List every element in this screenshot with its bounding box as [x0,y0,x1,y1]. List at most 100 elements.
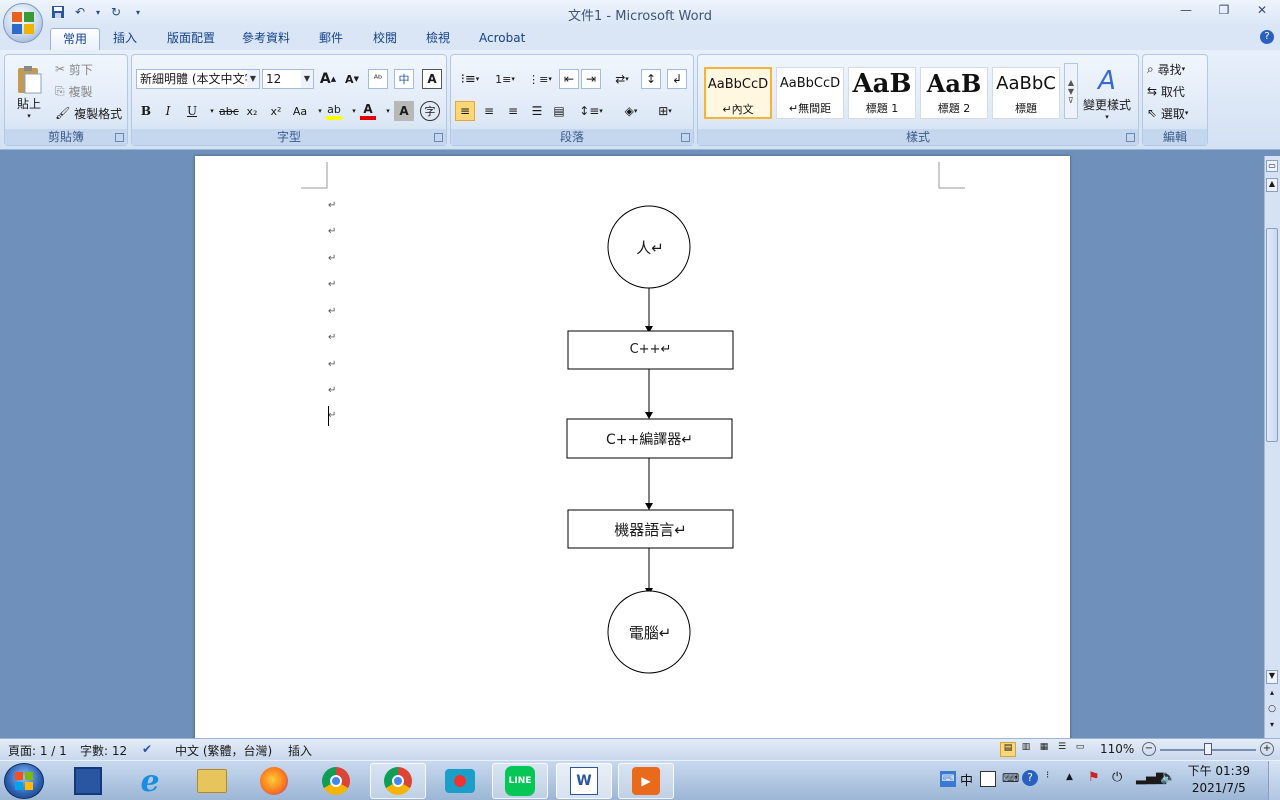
next-page-icon[interactable]: ▾ [1266,720,1278,732]
zoom-out-icon[interactable]: − [1142,742,1156,756]
status-word-count[interactable]: 字數: 12 [80,742,127,759]
font-size-combo[interactable]: 12 ▼ [262,69,314,89]
style-heading-2[interactable]: AaB 標題 2 [920,67,988,119]
ime-help-icon[interactable]: ? [1022,770,1038,786]
select-button[interactable]: ⇖ 選取 ▾ [1147,103,1188,123]
web-layout-icon[interactable]: ▦ [1036,742,1052,757]
document-page[interactable]: ↵ ↵ ↵ ↵ ↵ ↵ ↵ ↵ ↵ 人↵ C++↵ C++編譯器↵ 機器語言↵ … [195,156,1070,738]
redo-icon[interactable]: ↻ [108,4,124,20]
help-icon[interactable]: ? [1260,30,1274,44]
paste-dropdown-icon[interactable]: ▾ [27,112,31,120]
status-insert-mode[interactable]: 插入 [288,742,312,759]
customize-qat-icon[interactable]: ▾ [130,4,146,20]
distributed-button[interactable]: ▤ [549,101,569,121]
style-title[interactable]: AaBbC 標題 [992,67,1060,119]
taskbar-line[interactable]: LINE [492,763,548,799]
taskbar-video-app[interactable] [432,763,488,799]
restore-icon[interactable]: ❐ [1216,3,1232,19]
decrease-indent-button[interactable]: ⇤ [559,69,579,89]
close-icon[interactable]: ✕ [1254,3,1270,19]
font-launcher-icon[interactable] [434,133,443,142]
styles-launcher-icon[interactable] [1126,133,1135,142]
align-right-button[interactable]: ≡ [503,101,523,121]
ime-keyboard-icon[interactable]: ⌨ [1002,771,1019,785]
browse-object-icon[interactable]: ○ [1266,704,1278,716]
font-name-combo[interactable]: 新細明體 (本文中文字 ▼ [136,69,260,89]
grow-font-button[interactable]: A ▲ [318,69,338,89]
tab-home[interactable]: 常用 [50,28,101,50]
taskbar-word[interactable]: W [556,763,612,799]
volume-icon[interactable]: 🔈 [1160,770,1176,785]
find-button[interactable]: ⌕ 尋找 ▾ [1147,59,1185,79]
undo-icon[interactable]: ↶ [72,4,88,20]
tab-review[interactable]: 校閱 [361,28,409,50]
superscript-button[interactable]: x² [266,101,286,121]
tab-view[interactable]: 檢視 [414,28,462,50]
show-desktop-button[interactable] [1268,761,1280,800]
zoom-in-icon[interactable]: + [1260,742,1274,756]
zoom-slider-thumb[interactable] [1204,743,1212,755]
font-name-dropdown-icon[interactable]: ▼ [247,70,259,88]
multilevel-list-button[interactable]: ⋮≡ ▾ [525,69,555,89]
vertical-scrollbar[interactable]: ▭ ▲ ▼ ▴ ○ ▾ [1264,156,1280,738]
start-button[interactable] [4,763,44,799]
tab-acrobat[interactable]: Acrobat [467,28,537,50]
bold-button[interactable]: B [136,101,156,121]
copy-button[interactable]: ⎘ 複製 [55,81,92,101]
draft-icon[interactable]: ▭ [1072,742,1088,757]
tab-page-layout[interactable]: 版面配置 [155,28,227,50]
taskbar-media-app[interactable]: ▶ [618,763,674,799]
justify-button[interactable]: ☰ [527,101,547,121]
replace-button[interactable]: ⇆ 取代 [1147,81,1185,101]
taskbar-save-app[interactable] [60,763,116,799]
show-marks-button[interactable]: ↲ [667,69,687,89]
italic-button[interactable]: I [158,101,178,121]
character-border-button[interactable]: A [422,69,442,89]
format-painter-button[interactable]: 🖌 複製格式 [55,103,122,123]
strikethrough-button[interactable]: abc [218,101,240,121]
change-styles-button[interactable]: A 變更樣式 ▾ [1082,61,1132,125]
scroll-down-icon[interactable]: ▼ [1266,670,1278,684]
minimize-icon[interactable]: — [1178,3,1194,19]
font-size-dropdown-icon[interactable]: ▼ [301,70,313,88]
highlight-button[interactable]: ab [324,101,344,121]
change-case-button[interactable]: Aa [290,101,310,121]
style-normal[interactable]: AaBbCcD ↵內文 [704,67,772,119]
phonetic-guide-button[interactable]: 中 [394,69,414,89]
taskbar-chrome-2[interactable] [370,763,426,799]
enclose-characters-button[interactable]: 字 [420,101,440,121]
power-icon[interactable]: ⏻ [1112,770,1122,785]
zoom-level[interactable]: 110% [1100,742,1134,756]
taskbar-ie[interactable]: e [122,763,178,799]
clear-format-button[interactable]: ᴬᵇ [368,69,388,89]
bullets-button[interactable]: ⁝≡ ▾ [455,69,485,89]
underline-button[interactable]: U [182,101,202,121]
previous-page-icon[interactable]: ▴ [1266,688,1278,700]
undo-dropdown-icon[interactable]: ▾ [94,4,102,20]
taskbar-chrome[interactable] [308,763,364,799]
align-center-button[interactable]: ≡ [479,101,499,121]
subscript-button[interactable]: x₂ [242,101,262,121]
print-layout-icon[interactable]: ▤ [1000,742,1016,757]
taskbar-explorer[interactable] [184,763,240,799]
style-heading-1[interactable]: AaB 標題 1 [848,67,916,119]
styles-scroll[interactable]: ▲ ▼ ⊽ [1064,63,1078,119]
ruler-toggle-icon[interactable]: ▭ [1266,160,1278,172]
save-icon[interactable] [50,4,66,20]
ime-language[interactable]: 中 [960,770,973,789]
sort-button[interactable]: ↕ [641,69,661,89]
cut-button[interactable]: ✂ 剪下 [55,59,93,79]
status-page[interactable]: 頁面: 1 / 1 [8,742,67,759]
spelling-check-icon[interactable]: ✔ [142,742,152,756]
tab-references[interactable]: 參考資料 [230,28,302,50]
font-color-button[interactable]: A [358,101,378,121]
reading-layout-icon[interactable]: ▥ [1018,742,1034,757]
clock[interactable]: 下午 01:39 2021/7/5 [1188,763,1250,797]
paste-button[interactable]: 貼上 ▾ [11,61,47,123]
office-button[interactable] [3,3,43,43]
borders-button[interactable]: ⊞ ▾ [649,101,681,121]
tab-insert[interactable]: 插入 [101,28,149,50]
ime-options-icon[interactable]: ⁝ [1046,770,1049,781]
shrink-font-button[interactable]: A ▼ [342,69,362,89]
show-hidden-icons-icon[interactable]: ▲ [1066,772,1073,782]
